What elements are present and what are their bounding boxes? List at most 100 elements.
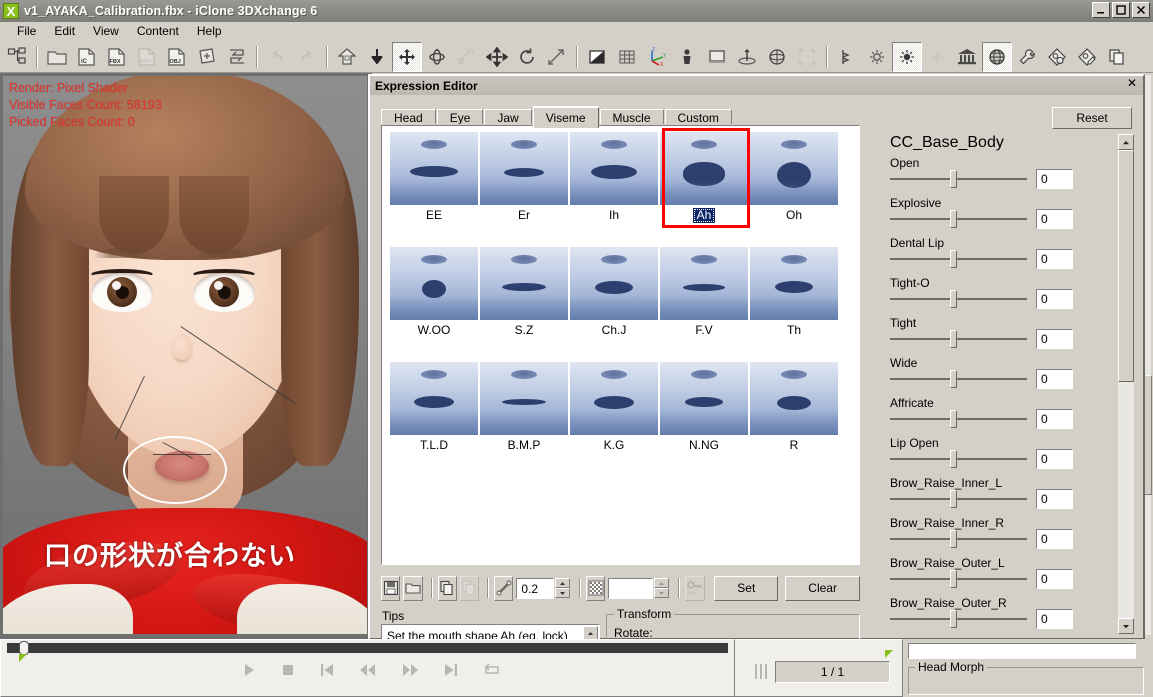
slider-thumb[interactable] (950, 210, 957, 228)
frame-counter[interactable]: 1 / 1 (775, 661, 890, 683)
maximize-button[interactable] (1112, 2, 1130, 18)
zoom-icon[interactable] (542, 42, 572, 72)
stop-button[interactable] (281, 663, 295, 677)
viseme-thumbnail[interactable] (660, 247, 748, 320)
export-obj-icon[interactable]: OBJ (162, 42, 192, 72)
scroll-down-arrow[interactable] (1118, 618, 1134, 634)
menu-content[interactable]: Content (128, 23, 188, 39)
pan-icon[interactable] (482, 42, 512, 72)
set-button[interactable]: Set (714, 575, 779, 601)
viseme-cell-ih[interactable]: Ih (570, 132, 658, 223)
timeline-playhead[interactable] (19, 641, 29, 655)
slider-track[interactable] (890, 338, 1027, 340)
dialog-close-button[interactable]: ✕ (1125, 77, 1139, 91)
slider-track[interactable] (890, 298, 1027, 300)
slider-value[interactable]: 0 (1036, 369, 1073, 389)
dummy-figure-icon[interactable] (672, 42, 702, 72)
slider-value[interactable]: 0 (1036, 569, 1073, 589)
viseme-thumbnail[interactable] (480, 132, 568, 205)
slider-value[interactable]: 0 (1036, 409, 1073, 429)
slider-track[interactable] (890, 258, 1027, 260)
face-edit-icon[interactable] (1072, 42, 1102, 72)
timeline-track[interactable] (7, 641, 728, 655)
drag-grip[interactable] (755, 664, 769, 679)
face-info-icon[interactable]: i (1042, 42, 1072, 72)
viseme-thumbnail[interactable] (750, 132, 838, 205)
texture-value-field[interactable] (608, 577, 654, 599)
viseme-thumbnail[interactable] (570, 362, 658, 435)
minimize-button[interactable] (1092, 2, 1110, 18)
dialog-titlebar[interactable]: Expression Editor ✕ (370, 76, 1143, 95)
slider-thumb[interactable] (950, 250, 957, 268)
viseme-cell-chj[interactable]: Ch.J (570, 247, 658, 338)
viseme-thumbnail[interactable] (570, 247, 658, 320)
open-folder-icon[interactable] (42, 42, 72, 72)
next-frame-button[interactable] (401, 662, 419, 678)
first-frame-button[interactable] (319, 662, 335, 678)
rotate-tool-icon[interactable] (422, 42, 452, 72)
slider-track[interactable] (890, 578, 1027, 580)
slider-track[interactable] (890, 538, 1027, 540)
grid-icon[interactable] (612, 42, 642, 72)
slider-value[interactable]: 0 (1036, 209, 1073, 229)
viseme-cell-woo[interactable]: W.OO (390, 247, 478, 338)
tab-viseme[interactable]: Viseme (532, 107, 599, 128)
bone-icon[interactable] (832, 42, 862, 72)
slider-thumb[interactable] (950, 170, 957, 188)
reload-icon[interactable] (222, 42, 252, 72)
slider-track[interactable] (890, 418, 1027, 420)
loop-button[interactable] (483, 662, 501, 678)
viseme-cell-tld[interactable]: T.L.D (390, 362, 478, 453)
slider-thumb[interactable] (950, 490, 957, 508)
play-button[interactable] (241, 662, 257, 678)
slider-track[interactable] (890, 178, 1027, 180)
slider-thumb[interactable] (950, 410, 957, 428)
slider-track[interactable] (890, 618, 1027, 620)
menu-edit[interactable]: Edit (45, 23, 84, 39)
slider-thumb[interactable] (950, 330, 957, 348)
viseme-cell-er[interactable]: Er (480, 132, 568, 223)
slider-thumb[interactable] (950, 290, 957, 308)
viseme-thumbnail[interactable] (480, 247, 568, 320)
render-mode-icon[interactable] (582, 42, 612, 72)
slider-thumb[interactable] (950, 530, 957, 548)
slider-value[interactable]: 0 (1036, 529, 1073, 549)
export-ic-icon[interactable]: iC (72, 42, 102, 72)
pivot-icon[interactable] (732, 42, 762, 72)
slider-panel-scrollbar[interactable] (1118, 134, 1134, 634)
reset-button[interactable]: Reset (1052, 107, 1132, 129)
viseme-thumbnail[interactable] (660, 362, 748, 435)
open-folder-icon[interactable] (403, 575, 423, 601)
viseme-thumbnail[interactable] (750, 362, 838, 435)
viseme-thumbnail[interactable] (390, 247, 478, 320)
tab-jaw[interactable]: Jaw (484, 109, 532, 126)
orbit-icon[interactable] (512, 42, 542, 72)
light-off-icon[interactable] (862, 42, 892, 72)
slider-value[interactable]: 0 (1036, 449, 1073, 469)
viseme-cell-ee[interactable]: EE (390, 132, 478, 223)
close-button[interactable] (1132, 2, 1150, 18)
tab-eye[interactable]: Eye (436, 109, 484, 126)
spinner-down[interactable] (555, 588, 571, 598)
scroll-up-arrow[interactable] (1118, 134, 1134, 150)
viseme-cell-th[interactable]: Th (750, 247, 838, 338)
slider-value[interactable]: 0 (1036, 609, 1073, 629)
slider-value[interactable]: 0 (1036, 489, 1073, 509)
viseme-thumbnail[interactable] (390, 132, 478, 205)
save-icon[interactable] (381, 575, 401, 601)
slider-value[interactable]: 0 (1036, 289, 1073, 309)
last-frame-button[interactable] (443, 662, 459, 678)
wrench-icon[interactable] (1012, 42, 1042, 72)
viseme-cell-fv[interactable]: F.V (660, 247, 748, 338)
copy-layer-icon[interactable] (1102, 42, 1132, 72)
ground-plane-icon[interactable] (702, 42, 732, 72)
scene-tree-icon[interactable] (2, 42, 32, 72)
bottom-right-field[interactable] (908, 643, 1136, 659)
sphere-icon[interactable] (762, 42, 792, 72)
spinner-down[interactable] (654, 588, 670, 598)
move-tool-icon[interactable] (392, 41, 422, 72)
viseme-cell-bmp[interactable]: B.M.P (480, 362, 568, 453)
prev-frame-button[interactable] (359, 662, 377, 678)
viseme-thumbnail[interactable] (570, 132, 658, 205)
slider-thumb[interactable] (950, 570, 957, 588)
